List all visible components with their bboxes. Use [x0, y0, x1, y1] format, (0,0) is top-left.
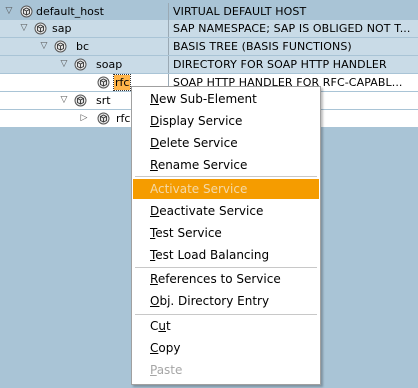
service-node-icon — [54, 40, 67, 53]
menu-separator — [135, 176, 317, 177]
menu-separator — [135, 267, 317, 268]
tree-node-description: SAP NAMESPACE; SAP IS OBLIGED NOT T... — [173, 22, 411, 35]
menu-item-new-sub-element[interactable]: New Sub-Element — [133, 89, 319, 109]
menu-item-activate-service[interactable]: Activate Service — [133, 179, 319, 199]
tree-node-description: VIRTUAL DEFAULT HOST — [173, 5, 307, 18]
menu-item-copy[interactable]: Copy — [133, 338, 319, 358]
expand-toggle[interactable]: ▷ — [78, 112, 90, 124]
service-node-icon — [34, 22, 47, 35]
tree-row-soap[interactable]: ▽ soap DIRECTORY FOR SOAP HTTP HANDLER — [0, 56, 418, 73]
menu-item-delete-service[interactable]: Delete Service — [133, 133, 319, 153]
expand-collapse-toggle[interactable]: ▽ — [58, 58, 70, 70]
menu-item-obj-directory-entry[interactable]: Obj. Directory Entry — [133, 291, 319, 311]
service-node-icon — [20, 5, 33, 18]
expand-collapse-toggle[interactable]: ▽ — [38, 40, 50, 52]
tree-node-label[interactable]: soap — [96, 57, 122, 72]
menu-item-deactivate-service[interactable]: Deactivate Service — [133, 201, 319, 221]
menu-item-test-service[interactable]: Test Service — [133, 223, 319, 243]
menu-item-display-service[interactable]: Display Service — [133, 111, 319, 131]
menu-item-paste[interactable]: Paste — [133, 360, 319, 380]
context-menu: New Sub-Element Display Service Delete S… — [131, 86, 321, 385]
expand-collapse-toggle[interactable]: ▽ — [58, 94, 70, 106]
tree-node-label[interactable]: default_host — [36, 4, 104, 19]
menu-item-cut[interactable]: Cut — [133, 316, 319, 336]
tree-node-label[interactable]: sap — [52, 21, 71, 36]
tree-node-label[interactable]: bc — [76, 39, 89, 54]
tree-node-description: BASIS TREE (BASIS FUNCTIONS) — [173, 40, 352, 53]
service-node-icon — [97, 76, 110, 89]
service-node-icon — [97, 112, 110, 125]
menu-item-test-load-balancing[interactable]: Test Load Balancing — [133, 245, 319, 265]
tree-row-sap[interactable]: ▽ sap SAP NAMESPACE; SAP IS OBLIGED NOT … — [0, 20, 418, 37]
tree-row-bc[interactable]: ▽ bc BASIS TREE (BASIS FUNCTIONS) — [0, 38, 418, 55]
tree-node-label[interactable]: srt — [96, 93, 111, 108]
tree-node-label[interactable]: rfc — [116, 111, 130, 126]
menu-item-references-to-service[interactable]: References to Service — [133, 269, 319, 289]
tree-row-default-host[interactable]: ▽ default_host VIRTUAL DEFAULT HOST — [0, 3, 418, 20]
service-node-icon — [74, 94, 87, 107]
menu-item-rename-service[interactable]: Rename Service — [133, 155, 319, 175]
tree-node-label[interactable]: rfc — [112, 74, 132, 91]
expand-collapse-toggle[interactable]: ▽ — [18, 22, 30, 34]
service-node-icon — [74, 58, 87, 71]
tree-node-description: DIRECTORY FOR SOAP HTTP HANDLER — [173, 58, 387, 71]
menu-separator — [135, 314, 317, 315]
expand-collapse-toggle[interactable]: ▽ — [3, 5, 15, 17]
